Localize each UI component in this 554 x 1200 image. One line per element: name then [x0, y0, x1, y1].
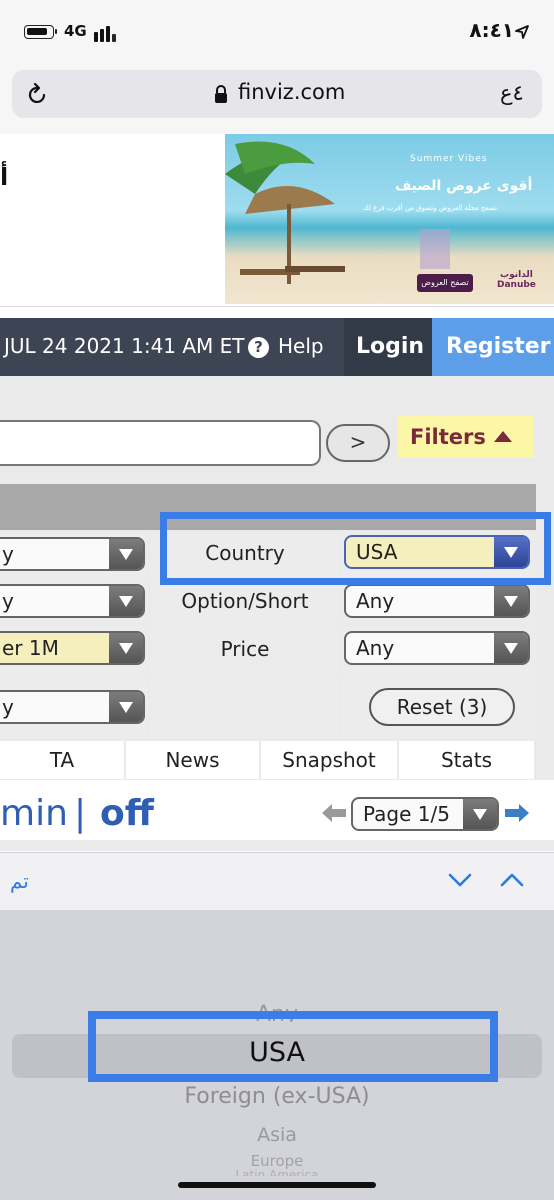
- tab-snapshot[interactable]: Snapshot: [261, 741, 397, 779]
- caret-up-icon: [493, 431, 512, 442]
- help-icon[interactable]: ?: [248, 337, 269, 358]
- page-select-value: Page 1/5: [363, 802, 450, 826]
- nav-datetime: JUL 24 2021 1:41 AM ET: [4, 334, 245, 358]
- ad-brand-logo: الدانوب Danube: [497, 270, 536, 290]
- next-page-icon[interactable]: [503, 802, 531, 824]
- ad-brand-english: Danube: [497, 280, 536, 290]
- signal-icon: [94, 24, 120, 42]
- view-off-link[interactable]: off: [100, 793, 154, 834]
- price-select[interactable]: Any: [344, 631, 530, 665]
- tab-news[interactable]: News: [126, 741, 259, 779]
- filter-select-left[interactable]: y: [0, 584, 145, 618]
- filter-select-value: Any: [356, 589, 395, 613]
- battery-icon: [24, 25, 57, 39]
- picker-option-asia[interactable]: Asia: [0, 1124, 554, 1146]
- view-separator: |: [74, 793, 87, 834]
- chevron-up-icon[interactable]: [498, 866, 526, 894]
- filter-select-left[interactable]: y: [0, 537, 145, 571]
- register-label[interactable]: Register: [446, 334, 551, 359]
- view-mode-link[interactable]: min: [0, 793, 68, 834]
- login-label[interactable]: Login: [356, 334, 424, 359]
- page-select[interactable]: Page 1/5: [351, 797, 499, 831]
- filter-select-value: y: [2, 695, 14, 719]
- filters-label: Filters: [410, 425, 486, 449]
- filters-toggle-button[interactable]: Filters: [398, 416, 534, 458]
- filter-label-price: Price: [220, 637, 270, 661]
- ad-cta-button[interactable]: تصفح العروض: [417, 274, 473, 292]
- filter-select-left[interactable]: y: [0, 690, 145, 724]
- ad-title: أقوى عروض الصيف: [395, 178, 533, 194]
- picker-highlight-box: [88, 1011, 498, 1082]
- home-indicator: [178, 1182, 376, 1188]
- reset-button[interactable]: Reset (3): [369, 688, 515, 726]
- filter-select-value: Any: [356, 636, 395, 660]
- picker-option-foreign[interactable]: Foreign (ex-USA): [0, 1084, 554, 1109]
- ad-left-text: أ: [0, 163, 9, 191]
- status-time: ٨:٤١: [469, 18, 514, 42]
- help-link[interactable]: Help: [278, 334, 324, 358]
- ad-brand-arabic: الدانوب: [500, 270, 533, 280]
- ad-tagline: Summer Vibes: [410, 154, 488, 164]
- dropdown-arrow-icon: [109, 633, 143, 663]
- picker-option-latin-america[interactable]: Latin America: [0, 1168, 554, 1176]
- go-button[interactable]: >: [326, 424, 390, 462]
- country-highlight-box: [160, 512, 551, 585]
- ad-subtitle: تصفح مجلة العروض وتسوق من أقرب فرع لك: [363, 204, 498, 212]
- prev-page-icon[interactable]: [320, 802, 348, 824]
- dropdown-arrow-icon: [109, 586, 143, 616]
- text-size-button[interactable]: ٤ع: [500, 81, 524, 105]
- dropdown-arrow-icon: [109, 539, 143, 569]
- filter-label-option-short: Option/Short: [181, 589, 309, 613]
- done-button[interactable]: تم: [10, 869, 29, 893]
- network-label: 4G: [64, 22, 87, 40]
- tab-stats[interactable]: Stats: [399, 741, 534, 779]
- filter-cell: [150, 675, 340, 739]
- dropdown-arrow-icon: [463, 799, 497, 829]
- lock-icon: [215, 85, 227, 103]
- chevron-down-icon[interactable]: [446, 866, 474, 894]
- dropdown-arrow-icon: [494, 633, 528, 663]
- url-text[interactable]: finviz.com: [238, 80, 345, 104]
- filter-select-value: y: [2, 589, 14, 613]
- filter-select-value: er 1M: [2, 636, 59, 660]
- tab-ta[interactable]: TA: [0, 741, 124, 779]
- location-arrow-icon: [515, 25, 529, 39]
- filter-select-left-active[interactable]: er 1M: [0, 631, 145, 665]
- ad-banner[interactable]: Summer Vibes أقوى عروض الصيف تصفح مجلة ا…: [225, 134, 554, 304]
- filter-select-value: y: [2, 542, 14, 566]
- dropdown-arrow-icon: [109, 692, 143, 722]
- option-short-select[interactable]: Any: [344, 584, 530, 618]
- ticker-input[interactable]: [0, 420, 321, 466]
- reload-icon[interactable]: [24, 82, 50, 108]
- dropdown-arrow-icon: [494, 586, 528, 616]
